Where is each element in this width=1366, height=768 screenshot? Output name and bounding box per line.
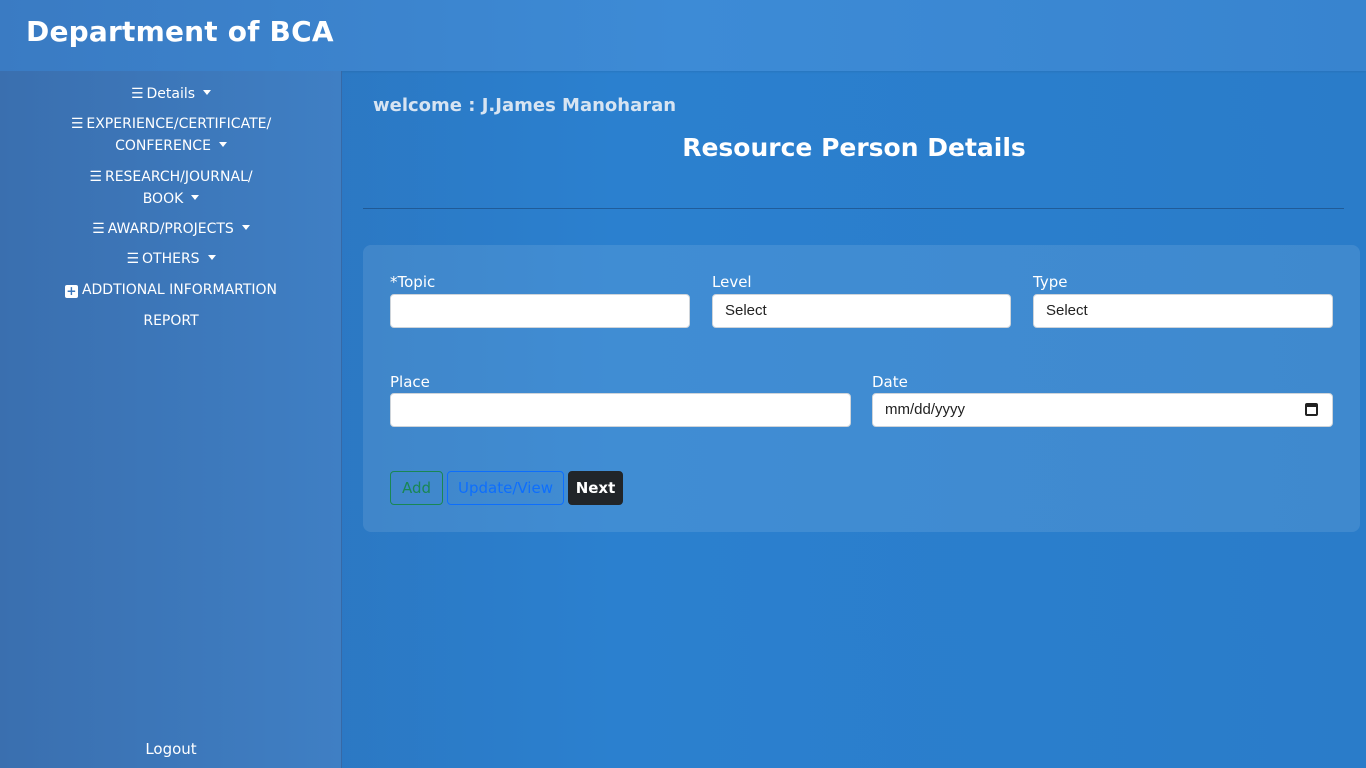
logout-link[interactable]: Logout xyxy=(0,740,342,758)
sidebar-item-others[interactable]: ☰ OTHERS xyxy=(0,248,342,270)
welcome-text: welcome : J.James Manoharan xyxy=(373,95,677,116)
caret-down-icon xyxy=(203,90,212,95)
sidebar-item-research[interactable]: ☰ RESEARCH/JOURNAL/ BOOK xyxy=(0,166,342,210)
calendar-icon[interactable] xyxy=(1305,403,1318,416)
hamburger-icon: ☰ xyxy=(130,86,144,102)
hamburger-icon: ☰ xyxy=(126,251,139,267)
topic-label: *Topic xyxy=(390,273,436,291)
sidebar-item-label: BOOK xyxy=(142,191,184,207)
top-header: Department of BCA xyxy=(0,0,1366,71)
sidebar: ☰ Details ☰ EXPERIENCE/CERTIFICATE/ CONFER… xyxy=(0,71,342,768)
caret-down-icon xyxy=(191,195,200,200)
add-button[interactable]: Add xyxy=(390,471,443,505)
type-label: Type xyxy=(1033,273,1068,291)
sidebar-item-details[interactable]: ☰ Details xyxy=(0,83,342,105)
caret-down-icon xyxy=(207,255,216,260)
caret-down-icon xyxy=(241,225,250,230)
hamburger-icon: ☰ xyxy=(70,116,84,132)
sidebar-item-label: EXPERIENCE/CERTIFICATE/ xyxy=(86,116,272,132)
sidebar-item-experience[interactable]: ☰ EXPERIENCE/CERTIFICATE/ CONFERENCE xyxy=(0,113,342,157)
plus-square-icon: + xyxy=(64,284,78,298)
date-label: Date xyxy=(872,373,908,391)
divider xyxy=(363,208,1344,209)
place-input[interactable] xyxy=(390,393,851,427)
date-placeholder: mm/dd/yyyy xyxy=(885,401,966,418)
sidebar-item-award[interactable]: ☰ AWARD/PROJECTS xyxy=(0,218,342,240)
sidebar-item-label: Details xyxy=(146,86,196,102)
update-view-button[interactable]: Update/View xyxy=(447,471,564,505)
next-button[interactable]: Next xyxy=(568,471,623,505)
type-select[interactable]: Select xyxy=(1033,294,1333,328)
date-input[interactable]: mm/dd/yyyy xyxy=(872,393,1333,427)
place-label: Place xyxy=(390,373,430,391)
sidebar-item-label: REPORT xyxy=(143,313,199,329)
topic-input[interactable] xyxy=(390,294,690,328)
hamburger-icon: ☰ xyxy=(92,221,105,237)
sidebar-item-additional-information[interactable]: + ADDTIONAL INFORMARTION xyxy=(0,279,342,301)
caret-down-icon xyxy=(218,142,227,147)
sidebar-item-report[interactable]: REPORT xyxy=(0,310,342,332)
sidebar-item-label: CONFERENCE xyxy=(115,138,211,154)
level-select[interactable]: Select xyxy=(712,294,1011,328)
department-title: Department of BCA xyxy=(26,15,334,48)
level-label: Level xyxy=(712,273,752,291)
hamburger-icon: ☰ xyxy=(89,169,102,185)
sidebar-item-label: AWARD/PROJECTS xyxy=(107,221,234,237)
sidebar-item-label: RESEARCH/JOURNAL/ xyxy=(104,169,253,185)
sidebar-item-label: ADDTIONAL INFORMARTION xyxy=(81,282,278,298)
page-title: Resource Person Details xyxy=(682,133,1026,162)
sidebar-item-label: OTHERS xyxy=(142,251,200,267)
